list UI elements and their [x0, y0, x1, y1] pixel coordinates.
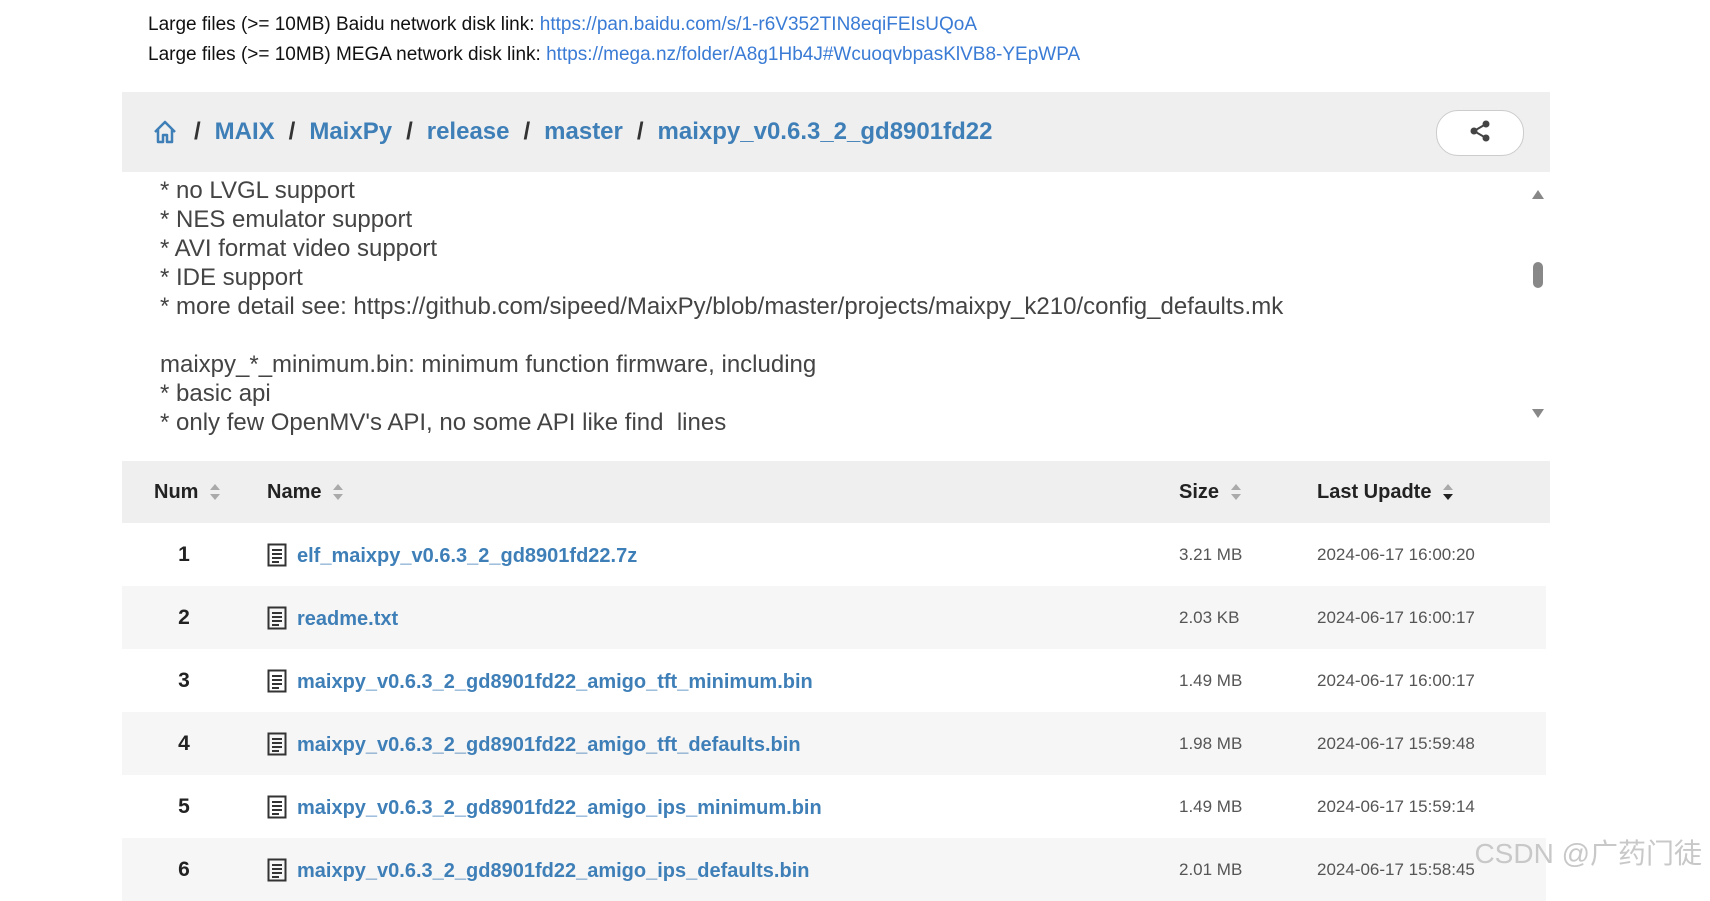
- file-link[interactable]: elf_maixpy_v0.6.3_2_gd8901fd22.7z: [297, 541, 637, 568]
- watermark: CSDN @广药门徒: [1474, 838, 1702, 869]
- breadcrumb-bar: / MAIX / MaixPy / release / master / mai…: [122, 92, 1550, 172]
- file-size: 1.98 MB: [1179, 733, 1243, 753]
- table-row: 2 readme.txt 2.03 KB 2024-06-17 16:00:17: [122, 586, 1546, 649]
- sort-icon: [333, 483, 344, 501]
- sort-icon: [210, 483, 221, 501]
- file-date: 2024-06-17 16:00:20: [1317, 544, 1475, 564]
- home-icon[interactable]: [152, 119, 178, 145]
- sort-icon: [1231, 483, 1242, 501]
- baidu-link-prefix: Large files (>= 10MB) Baidu network disk…: [148, 14, 540, 35]
- row-num: 4: [178, 731, 190, 755]
- readme-panel[interactable]: * no LVGL support * NES emulator support…: [122, 172, 1550, 437]
- mega-link[interactable]: https://mega.nz/folder/A8g1Hb4J#Wcuoqvbp…: [546, 44, 1080, 65]
- breadcrumb-item-maixpy[interactable]: MaixPy: [309, 118, 392, 146]
- file-date: 2024-06-17 15:58:45: [1317, 859, 1475, 879]
- breadcrumb-separator: /: [406, 118, 413, 145]
- table-row: 6 maixpy_v0.6.3_2_gd8901fd22_amigo_ips_d…: [122, 838, 1546, 901]
- baidu-link[interactable]: https://pan.baidu.com/s/1-r6V352TIN8eqiF…: [540, 14, 977, 35]
- file-icon: [267, 543, 287, 567]
- file-size: 2.03 KB: [1179, 607, 1240, 627]
- row-num: 3: [178, 668, 190, 692]
- row-num: 2: [178, 605, 190, 629]
- baidu-link-line: Large files (>= 10MB) Baidu network disk…: [148, 10, 1080, 40]
- row-num: 6: [178, 857, 190, 881]
- scroll-thumb[interactable]: [1533, 262, 1543, 288]
- file-link[interactable]: readme.txt: [297, 604, 398, 631]
- file-icon: [267, 858, 287, 882]
- readme-text: * no LVGL support * NES emulator support…: [160, 177, 1284, 436]
- column-header-size[interactable]: Size: [1179, 480, 1242, 504]
- file-link[interactable]: maixpy_v0.6.3_2_gd8901fd22_amigo_tft_min…: [297, 667, 813, 694]
- breadcrumb-item-maix[interactable]: MAIX: [215, 118, 275, 146]
- column-header-size-label: Size: [1179, 480, 1220, 503]
- file-name-cell: maixpy_v0.6.3_2_gd8901fd22_amigo_tft_min…: [267, 649, 813, 712]
- file-size: 3.21 MB: [1179, 544, 1243, 564]
- file-name-cell: maixpy_v0.6.3_2_gd8901fd22_amigo_ips_def…: [267, 838, 809, 901]
- column-header-name[interactable]: Name: [267, 480, 344, 504]
- file-name-cell: maixpy_v0.6.3_2_gd8901fd22_amigo_tft_def…: [267, 712, 801, 775]
- scroll-down-arrow-icon[interactable]: [1532, 409, 1544, 418]
- table-row: 3 maixpy_v0.6.3_2_gd8901fd22_amigo_tft_m…: [122, 649, 1550, 712]
- share-icon: [1468, 119, 1492, 148]
- column-header-num-label: Num: [154, 480, 199, 503]
- file-icon: [267, 606, 287, 630]
- file-icon: [267, 732, 287, 756]
- scroll-up-arrow-icon[interactable]: [1532, 190, 1544, 199]
- column-header-num[interactable]: Num: [154, 480, 221, 504]
- breadcrumb: / MAIX / MaixPy / release / master / mai…: [152, 118, 992, 146]
- share-button[interactable]: [1436, 110, 1524, 156]
- breadcrumb-item-current[interactable]: maixpy_v0.6.3_2_gd8901fd22: [658, 118, 993, 146]
- table-header: Num Name Size Last Upadte: [122, 461, 1550, 523]
- file-size: 1.49 MB: [1179, 670, 1243, 690]
- breadcrumb-item-master[interactable]: master: [544, 118, 623, 146]
- table-row: 4 maixpy_v0.6.3_2_gd8901fd22_amigo_tft_d…: [122, 712, 1546, 775]
- breadcrumb-separator: /: [523, 118, 531, 145]
- breadcrumb-separator: /: [636, 118, 644, 145]
- breadcrumb-separator: /: [288, 118, 296, 145]
- file-date: 2024-06-17 16:00:17: [1317, 607, 1475, 627]
- mega-link-prefix: Large files (>= 10MB) MEGA network disk …: [148, 44, 547, 65]
- breadcrumb-separator: /: [194, 118, 201, 145]
- file-date: 2024-06-17 15:59:14: [1317, 796, 1475, 816]
- file-date: 2024-06-17 16:00:17: [1317, 670, 1475, 690]
- row-num: 5: [178, 794, 190, 818]
- file-name-cell: elf_maixpy_v0.6.3_2_gd8901fd22.7z: [267, 523, 637, 586]
- file-table: Num Name Size Last Upadte 1 elf_maixpy_v…: [122, 461, 1550, 901]
- file-icon: [267, 795, 287, 819]
- file-name-cell: maixpy_v0.6.3_2_gd8901fd22_amigo_ips_min…: [267, 775, 822, 838]
- file-link[interactable]: maixpy_v0.6.3_2_gd8901fd22_amigo_ips_def…: [297, 856, 809, 883]
- file-icon: [267, 669, 287, 693]
- sort-desc-icon: [1443, 483, 1454, 501]
- file-link[interactable]: maixpy_v0.6.3_2_gd8901fd22_amigo_tft_def…: [297, 730, 801, 757]
- mega-link-line: Large files (>= 10MB) MEGA network disk …: [148, 40, 1080, 70]
- table-row: 1 elf_maixpy_v0.6.3_2_gd8901fd22.7z 3.21…: [122, 523, 1550, 586]
- file-size: 2.01 MB: [1179, 859, 1243, 879]
- column-header-date[interactable]: Last Upadte: [1317, 480, 1454, 504]
- file-date: 2024-06-17 15:59:48: [1317, 733, 1475, 753]
- table-row: 5 maixpy_v0.6.3_2_gd8901fd22_amigo_ips_m…: [122, 775, 1550, 838]
- row-num: 1: [178, 542, 190, 566]
- download-links: Large files (>= 10MB) Baidu network disk…: [148, 10, 1080, 70]
- column-header-date-label: Last Upadte: [1317, 480, 1432, 503]
- file-size: 1.49 MB: [1179, 796, 1243, 816]
- file-name-cell: readme.txt: [267, 586, 398, 649]
- breadcrumb-item-release[interactable]: release: [427, 118, 510, 146]
- readme-scrollbar[interactable]: [1532, 190, 1544, 418]
- file-link[interactable]: maixpy_v0.6.3_2_gd8901fd22_amigo_ips_min…: [297, 793, 822, 820]
- column-header-name-label: Name: [267, 480, 322, 503]
